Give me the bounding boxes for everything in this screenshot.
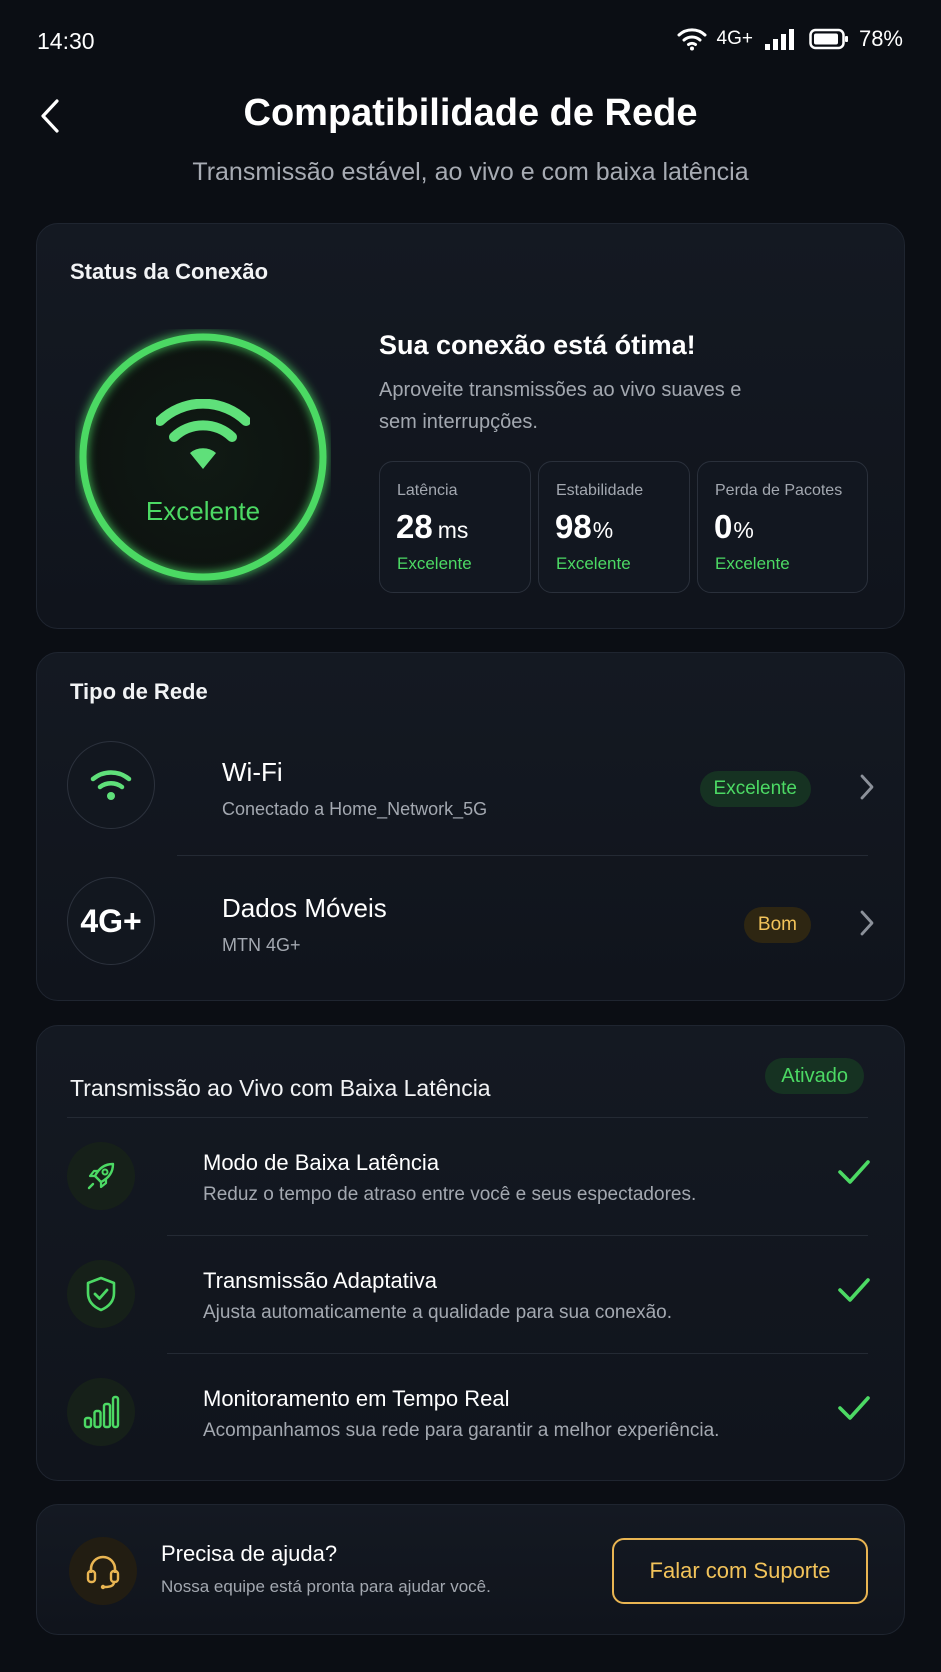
network-type-card: Tipo de Rede Wi-Fi Conectado a Home_Netw…	[36, 652, 905, 1001]
network-name: Dados Móveis	[222, 893, 387, 923]
metric-label: Latência	[397, 482, 458, 499]
metric-status: Excelente	[715, 554, 790, 573]
metric-value: 98%	[555, 508, 614, 545]
wifi-status-icon	[677, 27, 707, 51]
network-detail: Conectado a Home_Network_5G	[222, 799, 488, 819]
divider	[167, 1353, 868, 1354]
help-card: Precisa de ajuda? Nossa equipe está pron…	[36, 1504, 905, 1635]
feature-item: Monitoramento em Tempo Real Acompanhamos…	[67, 1356, 875, 1472]
check-icon	[837, 1394, 871, 1427]
mobile-data-icon: 4G+	[67, 877, 155, 965]
status-bar: 14:30 4G+ 78%	[0, 0, 941, 86]
section-title: Tipo de Rede	[70, 679, 208, 704]
connection-quality-ring: Excelente	[75, 329, 331, 585]
network-item-mobile-data[interactable]: 4G+ Dados Móveis MTN 4G+ Bom	[67, 863, 905, 973]
metric-stability: Estabilidade 98% Excelente	[538, 461, 690, 593]
feature-description: Reduz o tempo de atraso entre você e seu…	[203, 1184, 697, 1205]
connection-description: Aproveite transmissões ao vivo suaves e …	[379, 379, 742, 433]
quality-badge: Bom	[743, 907, 811, 943]
divider	[177, 855, 868, 856]
help-subtitle: Nossa equipe está pronta para ajudar voc…	[161, 1577, 491, 1596]
metric-packet-loss: Perda de Pacotes 0% Excelente	[697, 461, 868, 593]
network-type-label: 4G+	[716, 28, 753, 49]
feature-item: Transmissão Adaptativa Ajusta automatica…	[67, 1238, 875, 1354]
wifi-icon	[155, 398, 251, 476]
status-icons: 4G+ 78%	[677, 26, 903, 52]
metric-value: 28 ms	[396, 508, 469, 545]
chevron-right-icon	[859, 909, 875, 942]
wifi-icon	[67, 741, 155, 829]
shield-check-icon	[67, 1260, 135, 1328]
connection-quality-label: Excelente	[145, 496, 261, 526]
quality-badge: Excelente	[699, 771, 811, 807]
check-icon	[837, 1276, 871, 1309]
metric-status: Excelente	[556, 554, 631, 573]
contact-support-button[interactable]: Falar com Suporte	[612, 1538, 868, 1604]
rocket-icon	[67, 1142, 135, 1210]
help-title: Precisa de ajuda?	[161, 1541, 338, 1566]
metric-label: Estabilidade	[556, 482, 644, 499]
connection-headline: Sua conexão está ótima!	[379, 330, 696, 360]
network-name: Wi-Fi	[222, 757, 283, 787]
chevron-right-icon	[859, 773, 875, 806]
divider	[67, 1117, 868, 1118]
feature-title: Modo de Baixa Latência	[203, 1150, 440, 1175]
mobile-data-icon-label: 4G+	[80, 902, 142, 939]
connection-status-card: Status da Conexão Excelente Sua conexão …	[36, 223, 905, 629]
section-title: Transmissão ao Vivo com Baixa Latência	[70, 1075, 491, 1101]
feature-item: Modo de Baixa Latência Reduz o tempo de …	[67, 1120, 875, 1236]
metric-value: 0%	[714, 508, 754, 545]
feature-title: Transmissão Adaptativa	[203, 1268, 437, 1293]
signal-bars-icon	[67, 1378, 135, 1446]
network-detail: MTN 4G+	[222, 935, 301, 955]
feature-description: Acompanhamos sua rede para garantir a me…	[203, 1420, 720, 1441]
status-badge: Ativado	[765, 1058, 864, 1094]
metric-label: Perda de Pacotes	[715, 482, 843, 499]
status-time: 14:30	[37, 28, 95, 54]
metric-latency: Latência 28 ms Excelente	[379, 461, 531, 593]
page-subtitle: Transmissão estável, ao vivo e com baixa…	[192, 158, 749, 186]
section-title: Status da Conexão	[70, 259, 269, 284]
feature-title: Monitoramento em Tempo Real	[203, 1386, 510, 1411]
divider	[167, 1235, 868, 1236]
headset-icon	[69, 1537, 137, 1605]
battery-level: 78%	[858, 26, 903, 51]
low-latency-card: Transmissão ao Vivo com Baixa Latência A…	[36, 1025, 905, 1481]
check-icon	[837, 1158, 871, 1191]
battery-icon	[809, 27, 849, 51]
cell-signal-icon	[763, 27, 799, 51]
network-item-wifi[interactable]: Wi-Fi Conectado a Home_Network_5G Excele…	[67, 727, 905, 837]
feature-description: Ajusta automaticamente a qualidade para …	[203, 1302, 672, 1323]
page-title: Compatibilidade de Rede	[243, 92, 698, 134]
metric-status: Excelente	[397, 554, 472, 573]
